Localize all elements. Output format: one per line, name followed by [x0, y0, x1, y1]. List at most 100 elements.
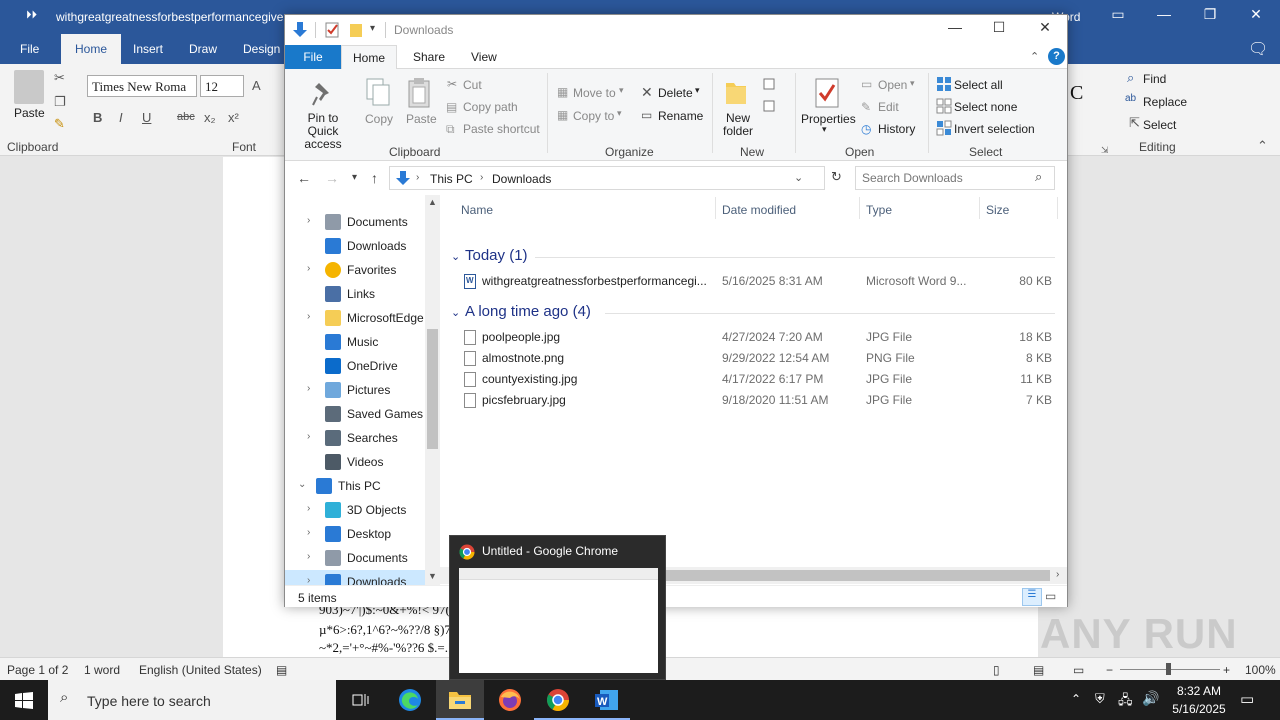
- tree-item[interactable]: › Documents: [285, 210, 425, 234]
- customize-quick-access-icon[interactable]: ▾: [370, 23, 375, 34]
- new-folder-quick-icon[interactable]: [348, 22, 364, 38]
- find-button[interactable]: Find: [1143, 72, 1166, 86]
- find-icon[interactable]: ⌕: [1127, 70, 1134, 86]
- subscript-button[interactable]: x₂: [204, 110, 216, 125]
- word-minimize-button[interactable]: —: [1141, 6, 1187, 22]
- read-mode-icon[interactable]: ▯: [993, 663, 1000, 677]
- collapse-ribbon-icon[interactable]: ⌃: [1030, 50, 1039, 63]
- word-restore-button[interactable]: ❐: [1187, 6, 1233, 23]
- search-input[interactable]: Search Downloads: [855, 166, 1055, 190]
- paste-icon[interactable]: [407, 77, 431, 109]
- column-header-type[interactable]: Type: [866, 203, 892, 217]
- delete-dropdown-icon[interactable]: ▾: [695, 85, 700, 96]
- taskbar-edge[interactable]: [386, 680, 434, 720]
- taskbar-firefox[interactable]: [486, 680, 534, 720]
- group-collapse-icon[interactable]: ⌄: [451, 250, 460, 263]
- grow-font-icon[interactable]: A: [252, 78, 261, 93]
- scrollbar-thumb[interactable]: [427, 329, 438, 449]
- copy-to-button[interactable]: Copy to: [573, 109, 614, 123]
- strikethrough-button[interactable]: abc: [177, 111, 195, 123]
- proofing-icon[interactable]: ▤: [276, 663, 287, 677]
- properties-quick-icon[interactable]: [325, 22, 339, 38]
- address-bar[interactable]: › This PC › Downloads ⌄: [389, 166, 825, 190]
- large-icons-view-icon[interactable]: ▭: [1045, 589, 1056, 603]
- comments-icon[interactable]: 🗨: [1248, 39, 1268, 59]
- taskbar-clock-date[interactable]: 5/16/2025: [1166, 702, 1232, 716]
- volume-icon[interactable]: 🔊: [1142, 690, 1159, 707]
- table-row[interactable]: withgreatgreatnessforbestperformancegi..…: [440, 270, 1067, 291]
- new-folder-button[interactable]: New folder: [721, 112, 755, 138]
- expand-chevron-icon[interactable]: ›: [307, 575, 310, 585]
- paste-button[interactable]: Paste: [406, 112, 437, 126]
- cut-icon[interactable]: ✂: [447, 77, 457, 91]
- tree-item[interactable]: › Searches: [285, 426, 425, 450]
- notification-center-icon[interactable]: ▭: [1240, 690, 1254, 708]
- pin-to-quick-access-button[interactable]: Pin to Quick access: [292, 112, 354, 151]
- table-row[interactable]: picsfebruary.jpg 9/18/2020 11:51 AM JPG Fi…: [440, 389, 1067, 410]
- tree-item[interactable]: Links: [285, 282, 425, 306]
- style-preview[interactable]: C: [1070, 82, 1083, 105]
- select-all-button[interactable]: Select all: [954, 78, 1003, 92]
- edit-button[interactable]: Edit: [878, 100, 899, 114]
- collapse-chevron-icon[interactable]: ⌄: [298, 479, 306, 490]
- tree-item[interactable]: › 3D Objects: [285, 498, 425, 522]
- horizontal-scrollbar-thumb[interactable]: [620, 570, 1050, 581]
- expand-chevron-icon[interactable]: ›: [307, 431, 310, 442]
- recent-locations-icon[interactable]: ▾: [352, 172, 357, 183]
- copy-path-icon[interactable]: ▤: [446, 100, 457, 114]
- zoom-out-button[interactable]: −: [1106, 663, 1113, 677]
- properties-button[interactable]: Properties: [801, 112, 856, 126]
- taskbar-search-box[interactable]: ⌕ Type here to search: [48, 680, 336, 720]
- print-layout-icon[interactable]: ▤: [1033, 663, 1044, 677]
- tree-item[interactable]: › Downloads: [285, 570, 425, 585]
- zoom-slider-thumb[interactable]: [1166, 663, 1171, 675]
- word-tab-file[interactable]: File: [20, 42, 39, 56]
- table-row[interactable]: almostnote.png 9/29/2022 12:54 AM PNG File…: [440, 347, 1067, 368]
- taskbar-file-explorer[interactable]: [436, 680, 484, 720]
- tree-item[interactable]: › MicrosoftEdge: [285, 306, 425, 330]
- new-folder-icon[interactable]: [725, 77, 747, 105]
- windows-start-icon[interactable]: [15, 692, 33, 709]
- help-icon[interactable]: ?: [1048, 48, 1065, 65]
- network-icon[interactable]: 🖧: [1118, 691, 1133, 713]
- paste-shortcut-icon[interactable]: ⧉: [446, 122, 455, 137]
- scroll-right-icon[interactable]: ›: [1056, 569, 1059, 580]
- tree-item[interactable]: OneDrive: [285, 354, 425, 378]
- explorer-maximize-button[interactable]: ☐: [976, 19, 1022, 41]
- group-header[interactable]: Today (1): [465, 247, 528, 264]
- underline-button[interactable]: U: [142, 110, 151, 125]
- tree-item[interactable]: ⌄ This PC: [285, 474, 425, 498]
- expand-chevron-icon[interactable]: ›: [307, 527, 310, 538]
- invert-selection-button[interactable]: Invert selection: [954, 122, 1035, 136]
- chrome-preview-thumbnail[interactable]: [459, 568, 658, 673]
- paste-icon[interactable]: [14, 70, 44, 104]
- breadcrumb-this-pc[interactable]: This PC: [430, 172, 473, 186]
- expand-chevron-icon[interactable]: ›: [307, 503, 310, 514]
- group-header[interactable]: A long time ago (4): [465, 303, 591, 320]
- search-icon[interactable]: ⌕: [1035, 169, 1042, 185]
- move-to-button[interactable]: Move to: [573, 86, 616, 100]
- expand-chevron-icon[interactable]: ›: [307, 383, 310, 394]
- explorer-tab-view[interactable]: View: [471, 50, 497, 64]
- show-hidden-icons[interactable]: ⌃: [1071, 692, 1081, 706]
- word-tab-home[interactable]: Home: [61, 34, 122, 64]
- copy-button[interactable]: Copy: [365, 112, 393, 126]
- word-close-button[interactable]: ✕: [1233, 6, 1279, 23]
- up-button[interactable]: ↑: [371, 170, 378, 186]
- web-layout-icon[interactable]: ▭: [1073, 663, 1084, 677]
- delete-icon[interactable]: ✕: [641, 84, 653, 101]
- move-to-dropdown-icon[interactable]: ▾: [619, 85, 624, 96]
- column-header-date-modified[interactable]: Date modified: [722, 203, 796, 217]
- expand-chevron-icon[interactable]: ›: [307, 551, 310, 562]
- explorer-tab-share[interactable]: Share: [413, 50, 445, 64]
- tree-item[interactable]: Saved Games: [285, 402, 425, 426]
- pin-icon[interactable]: [311, 81, 335, 109]
- cut-icon[interactable]: ✂: [54, 70, 65, 86]
- copy-icon[interactable]: ❐: [54, 94, 66, 110]
- expand-chevron-icon[interactable]: ›: [307, 215, 310, 226]
- delete-button[interactable]: Delete: [658, 86, 693, 100]
- bold-button[interactable]: B: [93, 110, 102, 125]
- expand-chevron-icon[interactable]: ›: [307, 311, 310, 322]
- ribbon-display-options-icon[interactable]: ▭: [1095, 6, 1141, 23]
- replace-icon[interactable]: ab: [1125, 93, 1136, 104]
